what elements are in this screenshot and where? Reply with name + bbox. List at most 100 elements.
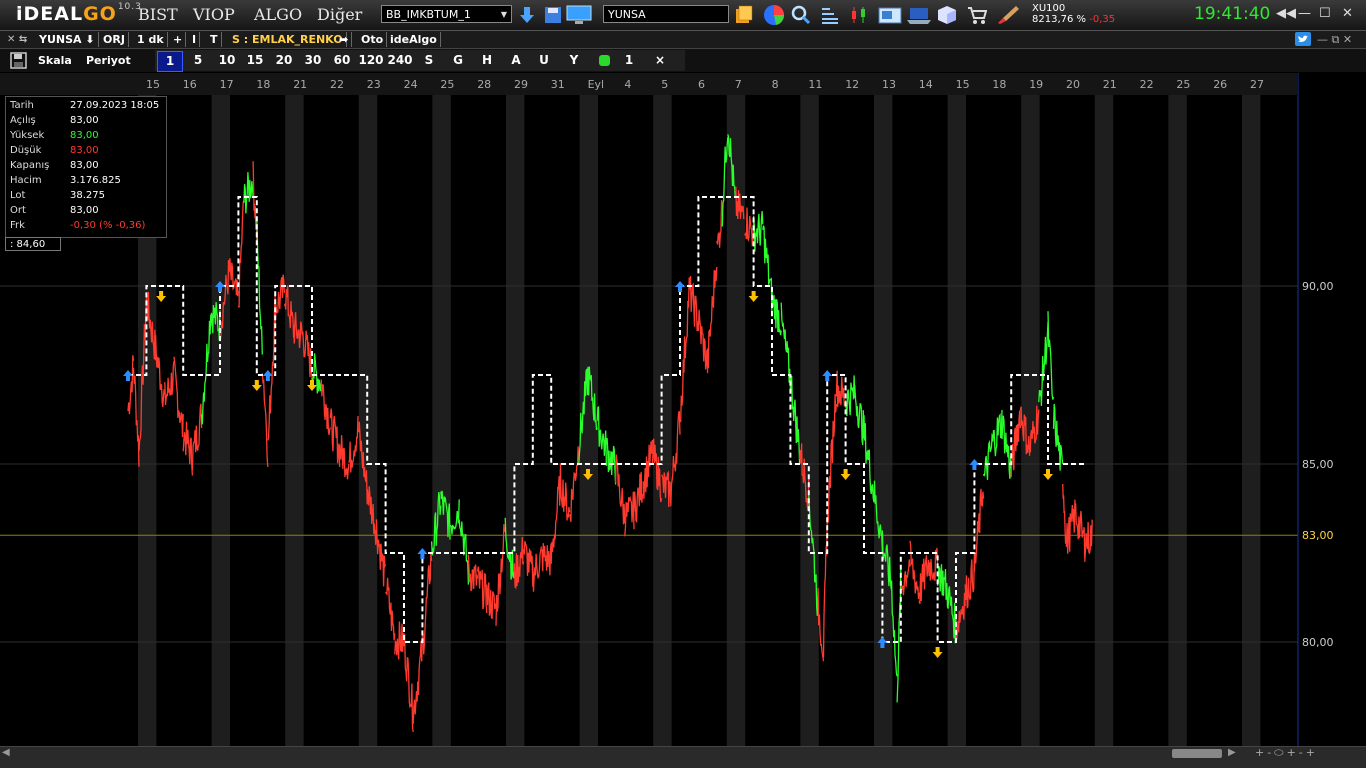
date-label: 4 <box>624 78 631 91</box>
info-row: Lot 38.275 <box>10 188 165 203</box>
period-a[interactable]: A <box>505 51 527 70</box>
scroll-left-icon[interactable]: ◀ <box>2 747 10 758</box>
info-row: Yüksek 83,00 <box>10 128 165 143</box>
menu-viop[interactable]: VIOP <box>193 5 235 24</box>
paint-brush-icon[interactable] <box>996 5 1020 25</box>
info-value: 38.275 <box>70 190 105 201</box>
menu-bist[interactable]: BIST <box>138 5 178 24</box>
info-row: Frk -0,30 (% -0,36) <box>10 218 165 233</box>
status-bar <box>0 760 1366 768</box>
detach-icon[interactable]: ✕ ⇆ <box>4 32 30 47</box>
add-button[interactable]: + <box>170 32 187 47</box>
date-label: 15 <box>956 78 970 91</box>
monitor-icon[interactable] <box>566 5 592 25</box>
index-pct-label: % <box>1076 14 1087 25</box>
period-u[interactable]: U <box>533 51 555 70</box>
price-chart[interactable]: 15 16 17 18 21 22 23 24 25 28 29 31 Eyl 4 5 6 7 8 11 12 13 14… <box>0 73 1366 746</box>
date-label: Eyl <box>588 78 605 91</box>
period-60[interactable]: 60 <box>330 51 354 70</box>
app-logo: iDEALGO10.3 <box>16 1 142 25</box>
info-key: Açılış <box>10 115 36 126</box>
ohlc-info-box: Tarih 27.09.2023 18:05 Açılış 83,00 Yüksek 83… <box>5 96 167 238</box>
minimize-icon[interactable]: — <box>1298 6 1311 21</box>
close-icon[interactable]: ✕ <box>1342 6 1353 21</box>
period-5[interactable]: 5 <box>186 51 210 70</box>
cursor-value: : 84,60 <box>5 237 61 251</box>
horizontal-scrollbar[interactable]: ◀ ▶ +-⬭+-+ <box>0 746 1366 761</box>
period-10[interactable]: 10 <box>215 51 239 70</box>
y-tick-label: 80,00 <box>1302 636 1334 649</box>
periyot-button[interactable]: Periyot <box>86 51 131 70</box>
laptop-icon[interactable] <box>906 5 932 25</box>
candlestick-icon[interactable] <box>849 5 869 25</box>
arrow-right-icon[interactable]: ➡ <box>336 32 353 47</box>
documents-icon[interactable] <box>734 5 754 25</box>
period-240[interactable]: 240 <box>386 51 414 70</box>
period-g[interactable]: G <box>447 51 469 70</box>
info-value: 83,00 <box>70 145 99 156</box>
rewind-icon[interactable]: ◀◀ <box>1276 6 1296 21</box>
period-30[interactable]: 30 <box>301 51 325 70</box>
orj-button[interactable]: ORJ <box>100 32 129 47</box>
window-controls-icon[interactable]: — ⧉ ✕ <box>1314 32 1355 47</box>
day-band <box>874 95 893 746</box>
date-label: 5 <box>661 78 668 91</box>
period-15[interactable]: 15 <box>243 51 267 70</box>
list-combo[interactable]: BB_IMKBTUM_1 ▼ <box>381 5 512 23</box>
period-count[interactable]: 1 <box>619 51 639 70</box>
status-indicator-icon <box>599 55 610 66</box>
menu-algo[interactable]: ALGO <box>254 5 302 24</box>
date-label: 29 <box>514 78 528 91</box>
chart-canvas[interactable]: 15 16 17 18 21 22 23 24 25 28 29 31 Eyl 4 5 6 7 8 11 12 13 14… <box>0 73 1366 746</box>
indicator-button[interactable]: I <box>189 32 201 47</box>
template-button[interactable]: T <box>207 32 222 47</box>
strategy-button[interactable]: S : EMLAK_RENKO <box>229 32 347 47</box>
oto-button[interactable]: Oto <box>358 32 388 47</box>
scrollbar-thumb[interactable] <box>1172 749 1222 758</box>
close-period-button[interactable]: × <box>651 51 669 70</box>
shopping-cart-icon[interactable] <box>967 5 987 25</box>
info-value: 83,00 <box>70 130 99 141</box>
pie-chart-icon[interactable] <box>762 3 786 27</box>
scroll-right-icon[interactable]: ▶ <box>1228 747 1236 758</box>
date-label: 18 <box>256 78 270 91</box>
date-label: 8 <box>772 78 779 91</box>
info-row: Ort 83,00 <box>10 203 165 218</box>
save-disk-icon[interactable] <box>543 5 563 25</box>
menu-diger[interactable]: Diğer <box>317 5 362 24</box>
date-label: 12 <box>845 78 859 91</box>
date-label: 28 <box>477 78 491 91</box>
period-120[interactable]: 120 <box>357 51 385 70</box>
index-name: XU100 <box>1032 3 1066 14</box>
date-label: 13 <box>882 78 896 91</box>
date-label: 24 <box>404 78 418 91</box>
save-icon[interactable] <box>10 52 27 69</box>
cube-icon[interactable] <box>937 5 957 25</box>
date-label: 6 <box>698 78 705 91</box>
chart-toolbar: ✕ ⇆ YUNSA ⬇ ORJ 1 dk + I T S : EMLAK_REN… <box>0 31 1366 49</box>
symbol-label[interactable]: YUNSA ⬇ <box>36 32 99 47</box>
info-value: 83,00 <box>70 115 99 126</box>
period-s[interactable]: S <box>418 51 440 70</box>
symbol-input[interactable]: YUNSA <box>603 5 729 23</box>
interval-button[interactable]: 1 dk <box>134 32 168 47</box>
day-band <box>1094 95 1114 746</box>
magnifier-icon[interactable] <box>791 5 811 25</box>
period-20[interactable]: 20 <box>272 51 296 70</box>
date-label: 7 <box>735 78 742 91</box>
download-arrow-icon[interactable] <box>517 5 537 25</box>
date-label: 21 <box>1103 78 1117 91</box>
idealgo-button[interactable]: ideAlgo <box>387 32 441 47</box>
period-1[interactable]: 1 <box>157 51 183 72</box>
twitter-icon[interactable] <box>1295 32 1311 46</box>
photo-icon[interactable] <box>878 5 902 25</box>
maximize-icon[interactable]: ☐ <box>1319 6 1331 21</box>
zoom-controls-icon[interactable]: +-⬭+-+ <box>1255 746 1318 760</box>
date-label: 16 <box>183 78 197 91</box>
list-sort-icon[interactable] <box>820 5 840 25</box>
period-y[interactable]: Y <box>563 51 585 70</box>
info-row: Kapanış 83,00 <box>10 158 165 173</box>
skala-button[interactable]: Skala <box>38 51 72 70</box>
period-h[interactable]: H <box>476 51 498 70</box>
day-band <box>1242 95 1261 746</box>
